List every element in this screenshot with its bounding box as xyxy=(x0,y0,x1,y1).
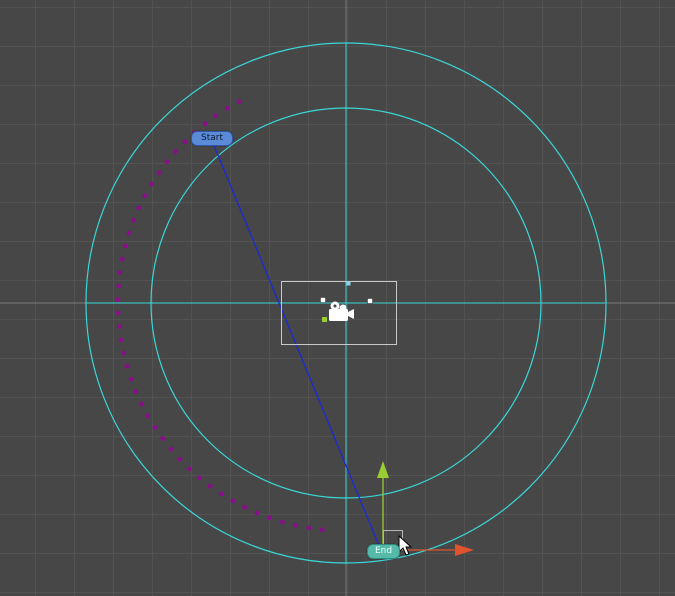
waypoint-dot[interactable] xyxy=(267,515,272,521)
waypoint-dot[interactable] xyxy=(306,525,312,531)
scene-canvas[interactable] xyxy=(0,0,675,596)
waypoint-dot[interactable] xyxy=(280,519,285,525)
waypoint-dot[interactable] xyxy=(197,475,203,481)
waypoint-dot[interactable] xyxy=(164,159,170,165)
waypoint-dot[interactable] xyxy=(122,243,128,249)
waypoint-dot[interactable] xyxy=(117,270,123,275)
start-label[interactable]: Start xyxy=(191,131,233,146)
waypoint-dot[interactable] xyxy=(218,491,224,497)
waypoint-dot[interactable] xyxy=(116,324,122,329)
waypoint-dot[interactable] xyxy=(254,510,260,516)
handle-left[interactable] xyxy=(320,297,326,303)
handle-right[interactable] xyxy=(367,298,373,304)
waypoint-dot[interactable] xyxy=(202,121,208,127)
end-label[interactable]: End xyxy=(367,544,400,559)
waypoint-dot[interactable] xyxy=(168,446,174,452)
waypoint-dot[interactable] xyxy=(236,99,242,105)
waypoint-dot[interactable] xyxy=(115,297,121,302)
waypoint-dot[interactable] xyxy=(136,205,142,211)
waypoint-dot[interactable] xyxy=(152,425,158,430)
scene-view[interactable]: Start End xyxy=(0,0,675,596)
waypoint-dot[interactable] xyxy=(126,230,132,236)
waypoint-dot[interactable] xyxy=(139,401,145,407)
waypoint-dot[interactable] xyxy=(224,106,230,111)
waypoint-dot[interactable] xyxy=(149,181,154,187)
waypoint-dot[interactable] xyxy=(124,363,130,369)
waypoint-dot[interactable] xyxy=(118,337,124,343)
waypoint-dot[interactable] xyxy=(160,436,166,441)
move-gizmo[interactable] xyxy=(377,461,474,556)
waypoint-dot[interactable] xyxy=(156,170,162,176)
waypoint-dot[interactable] xyxy=(116,283,121,289)
waypoint-dot[interactable] xyxy=(182,139,188,145)
waypoint-dot[interactable] xyxy=(187,466,192,472)
waypoint-dot[interactable] xyxy=(142,193,148,199)
y-axis-arrow[interactable] xyxy=(377,461,389,478)
waypoint-dot[interactable] xyxy=(213,113,219,119)
waypoint-dot[interactable] xyxy=(131,217,136,223)
handle-top[interactable] xyxy=(346,281,351,286)
waypoint-dot[interactable] xyxy=(230,498,236,504)
waypoint-dot[interactable] xyxy=(145,413,151,419)
waypoint-dot[interactable] xyxy=(119,256,125,262)
camera-icon[interactable] xyxy=(329,301,354,322)
path-line[interactable] xyxy=(212,142,381,549)
waypoint-dot[interactable] xyxy=(177,456,183,462)
x-axis-arrow[interactable] xyxy=(455,544,474,556)
waypoint-dot[interactable] xyxy=(173,149,179,154)
waypoint-dot[interactable] xyxy=(207,483,213,489)
mouse-pointer-icon xyxy=(398,534,413,556)
waypoint-dot[interactable] xyxy=(128,376,134,382)
waypoint-dot[interactable] xyxy=(133,389,139,395)
waypoint-dot[interactable] xyxy=(121,350,126,356)
waypoint-dot[interactable] xyxy=(319,527,325,533)
waypoint-dots xyxy=(115,99,325,533)
waypoint-dot[interactable] xyxy=(242,504,248,510)
handle-bottom-left[interactable] xyxy=(322,317,327,322)
waypoint-dot[interactable] xyxy=(293,522,298,528)
waypoint-dot[interactable] xyxy=(115,310,121,316)
